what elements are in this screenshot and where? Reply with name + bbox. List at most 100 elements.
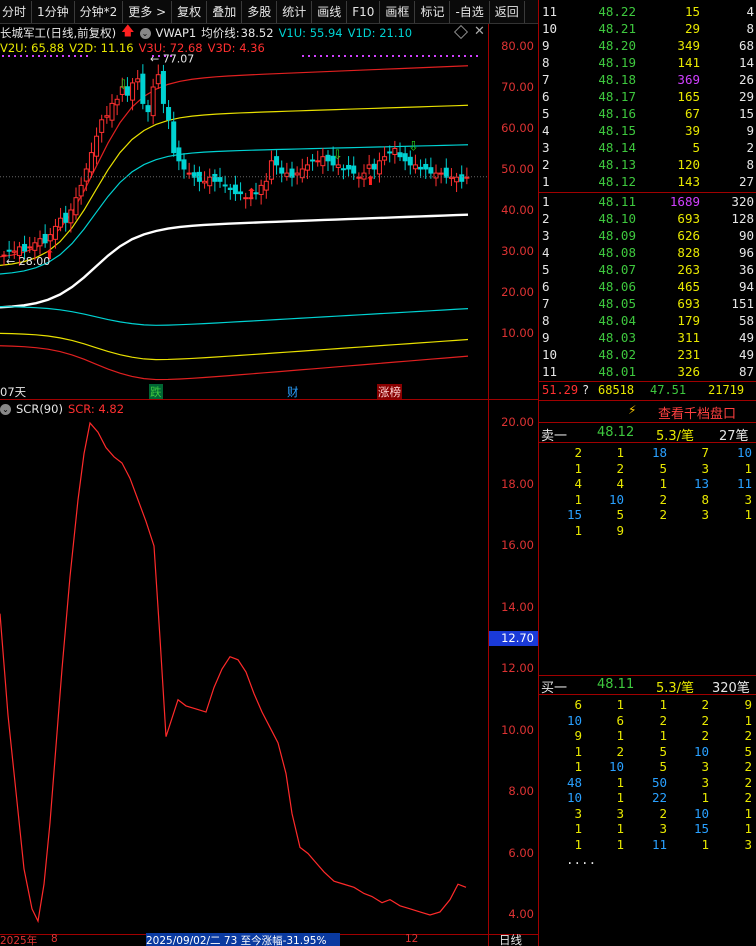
buy-queue-row: 6 1 1 2 9 [538,697,756,713]
candle-body [11,250,17,253]
signal-dot [464,55,466,57]
ask-row[interactable]: 5 48.16 67 15 [538,106,756,123]
ask-row[interactable]: 11 48.22 15 4 [538,4,756,21]
bid-row[interactable]: 1 48.11 1689 320 [538,194,756,211]
buy-queue-cell: 1 [701,790,709,805]
toolbar-button[interactable]: 标记 [415,0,451,23]
bid-row[interactable]: 9 48.03 311 49 [538,330,756,347]
toolbar-button[interactable]: 统计 [277,0,313,23]
ask-row[interactable]: 3 48.14 5 2 [538,140,756,157]
year-label: 2025年 [0,935,38,946]
buy-queue-cell: 1 [616,774,624,790]
sell-queue-cell: 2 [659,491,667,507]
bid-row[interactable]: 11 48.01 326 87 [538,364,756,381]
ask-row[interactable]: 9 48.20 349 68 [538,38,756,55]
buy-queue-cell: 10 [693,805,709,821]
bid-row[interactable]: 7 48.05 693 151 [538,296,756,313]
bid-count: 320 [731,194,754,209]
scr-chart[interactable] [0,400,488,934]
stock-name[interactable]: 长城军工(日线,前复权) [0,25,116,41]
buy-queue-cell: 1 [574,759,582,774]
bid-count: 58 [738,313,754,328]
bid-row[interactable]: 2 48.10 693 128 [538,211,756,228]
toolbar-button[interactable]: 多股 [242,0,278,23]
sell-queue-cell: 10 [736,445,752,460]
high-price-marker: ← 77.07 [150,52,194,65]
bid-count: 49 [738,330,754,345]
buy-queue-cell: 3 [701,759,709,774]
bid-row[interactable]: 10 48.02 231 49 [538,347,756,364]
candle-body [83,168,89,182]
toolbar-button[interactable]: 画线 [312,0,348,23]
ask-row[interactable]: 2 48.13 120 8 [538,157,756,174]
toolbar-button[interactable]: F10 [347,0,381,23]
toolbar-button[interactable]: 返回 [490,0,525,23]
month-12-label: 12 [405,933,419,945]
view-depth-link[interactable]: 查看千档盘口 [658,403,736,422]
toolbar-button[interactable]: 更多 > [123,0,173,23]
signal-dot [320,55,322,57]
toolbar-button[interactable]: 1分钟 [32,0,75,23]
bid-row[interactable]: 6 48.06 465 94 [538,279,756,296]
ask-level: 10 [542,21,558,36]
candle-body [351,165,357,174]
bid-level: 9 [542,330,550,345]
bid-row[interactable]: 4 48.08 828 96 [538,245,756,262]
bid-row[interactable]: 3 48.09 626 90 [538,228,756,245]
buy-queue-cell: 1 [574,743,582,759]
buy-queue-cell: 1 [659,697,667,712]
sell-arrow-icon: ⇩ [332,148,343,163]
ask-row[interactable]: 6 48.17 165 29 [538,89,756,106]
bid-level: 4 [542,245,550,260]
candle-body [207,176,213,187]
dropdown-icon[interactable]: ⌄ [139,27,151,39]
signal-dot [362,55,364,57]
ask-row[interactable]: 8 48.19 141 14 [538,55,756,72]
toolbar-button[interactable]: 分钟*2 [75,0,124,23]
bid-price: 48.06 [598,279,636,294]
kline-chart[interactable]: ⬆⬆⬆⇩⇩⇩← 77.07← 28.00 [0,52,488,398]
candle-body [448,176,454,179]
candle-body [73,197,79,216]
price-tick-label: 30.00 [501,244,534,258]
diamond-icon[interactable] [453,24,469,40]
bid-count: 36 [738,262,754,277]
toolbar-button[interactable]: 画框 [380,0,416,23]
sell-queue-row: 1 2 5 3 1 [538,461,756,477]
signal-dot [86,55,88,57]
sell-arrow-icon: ⇩ [118,78,129,93]
bid-level: 2 [542,211,550,226]
period-switch[interactable]: 日线 [499,932,522,946]
event-marker-drop[interactable]: 跌 [149,384,163,400]
ask-row[interactable]: 1 48.12 143 27 [538,174,756,191]
event-marker-rank[interactable]: 涨榜 [377,384,402,400]
toolbar-button[interactable]: 叠加 [207,0,243,23]
toolbar-button[interactable]: -自选 [450,0,490,23]
close-icon[interactable]: ✕ [474,24,485,39]
ask-level: 9 [542,38,550,53]
ask-price: 48.21 [598,21,636,36]
ask-row[interactable]: 10 48.21 29 8 [538,21,756,38]
ask-row[interactable]: 7 48.18 369 26 [538,72,756,89]
bid-count: 90 [738,228,754,243]
toolbar-button[interactable]: 分时 [0,0,33,23]
bid-vol: 231 [677,347,700,362]
signal-dot [326,55,328,57]
ask-level: 3 [542,140,550,155]
bid-level: 6 [542,279,550,294]
sell-queue-cell: 13 [693,476,709,491]
event-marker-finance[interactable]: 财 [287,384,299,400]
toolbar-button[interactable]: 复权 [172,0,208,23]
lightning-icon: ⚡ [628,403,637,417]
sell-queue-cell: 8 [701,491,709,507]
bid-row[interactable]: 5 48.07 263 36 [538,262,756,279]
buy-queue-cell: 22 [651,790,667,805]
bid-row[interactable]: 8 48.04 179 58 [538,313,756,330]
book-summary: 51.29 ? 68518 47.51 21719 [538,383,756,400]
buy-queue-grid: 6 1 1 2 9 10 6 2 2 1 9 1 1 2 2 1 2 5 10 5 1 10 5 3 2 48 1 50 3 2 10 1 22… [538,697,756,868]
bid-count: 49 [738,347,754,362]
indicator-name[interactable]: VWAP1 [156,26,197,40]
candle-body [304,164,310,171]
ask-row[interactable]: 4 48.15 39 9 [538,123,756,140]
candle-body [171,121,177,154]
